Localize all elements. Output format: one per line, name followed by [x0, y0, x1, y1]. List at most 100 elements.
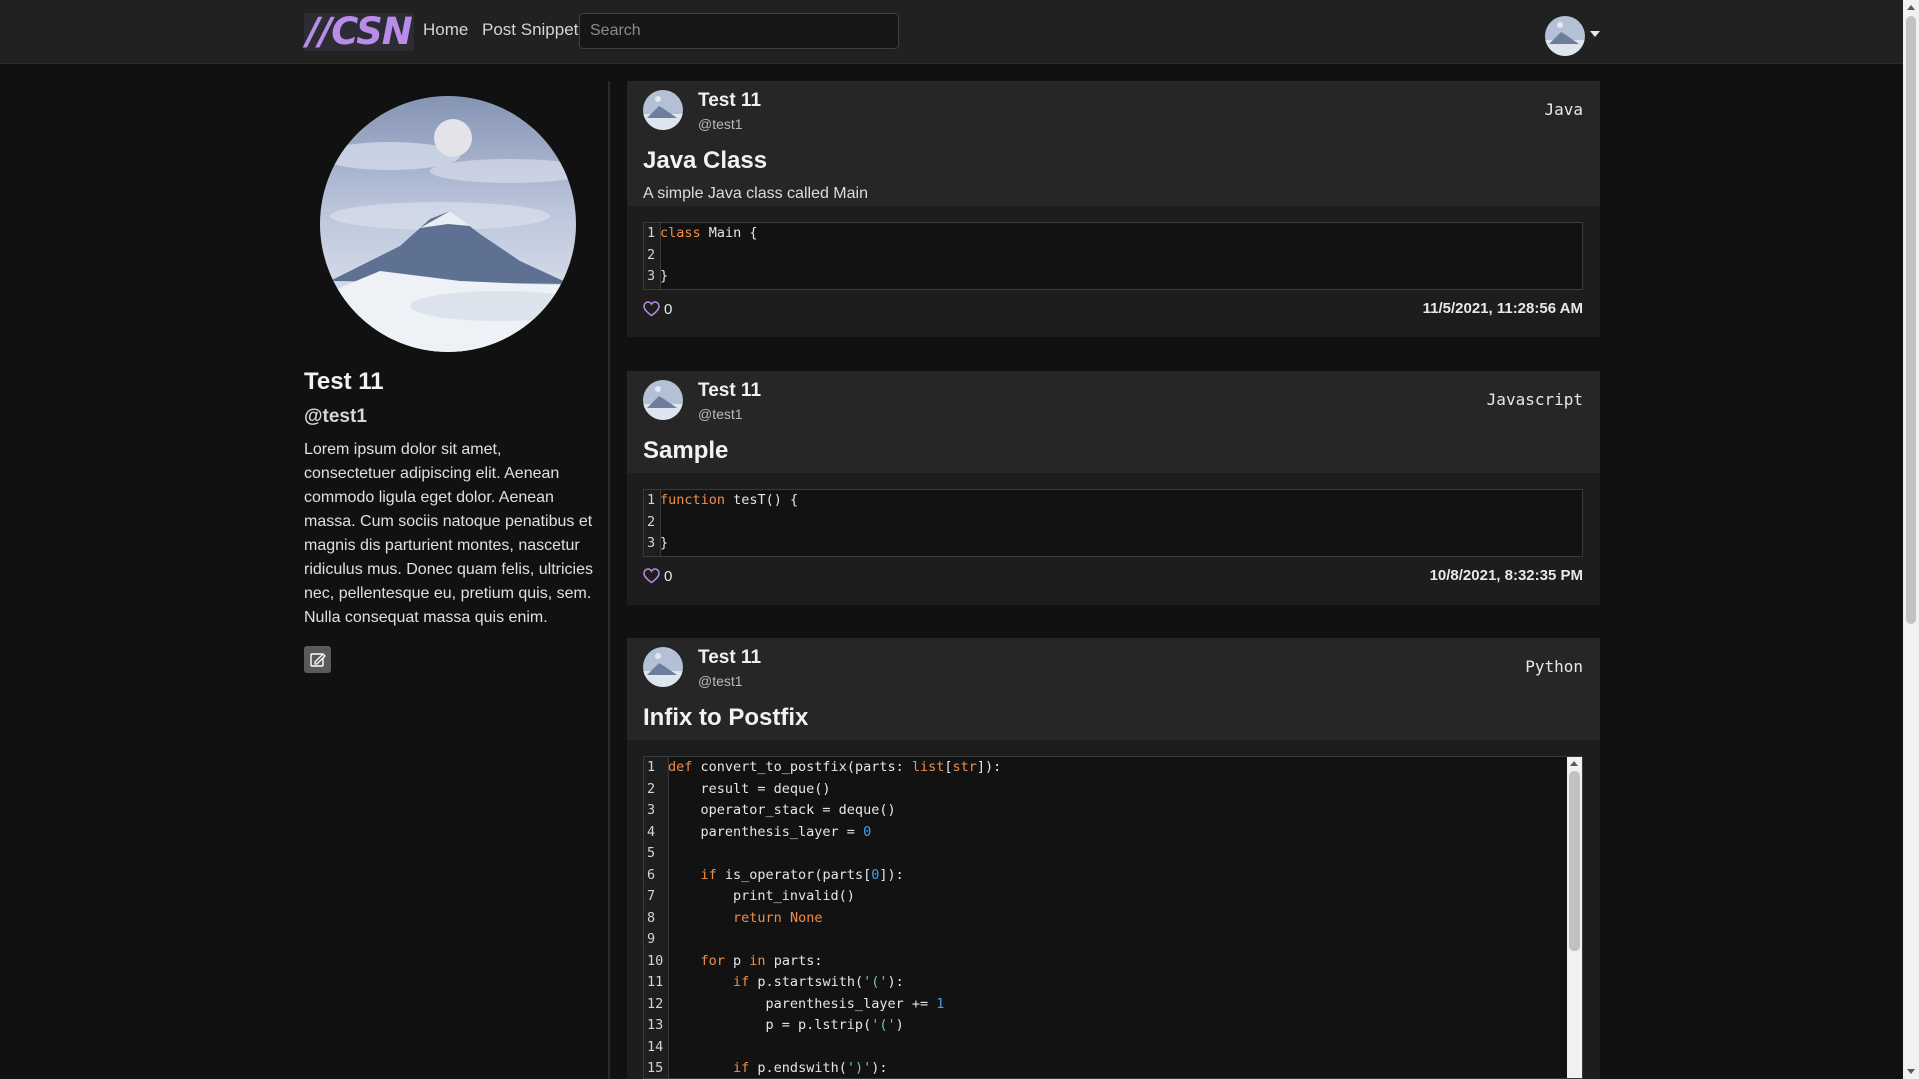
- author-handle: @test1: [698, 673, 743, 689]
- scrollbar-thumb[interactable]: [1906, 16, 1916, 624]
- code-content: class Main {}: [660, 223, 758, 288]
- line-number: 5: [647, 845, 656, 861]
- edit-icon: [310, 653, 326, 667]
- code-block: 1 2 3 class Main {}: [643, 222, 1583, 290]
- line-number: 3: [647, 535, 656, 551]
- language-label: Javascript: [1486, 390, 1583, 409]
- code-line: operator_stack = deque(): [668, 802, 896, 818]
- line-number: 1: [647, 492, 656, 508]
- nav-post-snippet-link[interactable]: Post Snippet: [482, 20, 578, 40]
- code-line: if p.startswith('('):: [733, 974, 904, 990]
- scroll-up-arrow-icon[interactable]: [1570, 761, 1578, 766]
- snippet-date: 11/5/2021, 11:28:56 AM: [1422, 300, 1583, 317]
- heart-icon: [643, 568, 660, 584]
- code-line: for p in parts:: [700, 952, 823, 969]
- line-number: 4: [647, 823, 656, 840]
- snippet-header: Test 11 @test1 Java Java Class A simple …: [627, 81, 1600, 206]
- code-line: function tesT() {: [660, 492, 799, 508]
- snippet-date: 10/8/2021, 8:32:35 PM: [1429, 567, 1583, 584]
- author-name[interactable]: Test 11: [698, 380, 761, 402]
- scroll-down-arrow-icon[interactable]: [1907, 1069, 1915, 1074]
- snippet-card: Test 11 @test1 Python Infix to Postfix 1…: [627, 638, 1600, 1079]
- snippet-header: Test 11 @test1 Python Infix to Postfix: [627, 638, 1600, 740]
- heart-icon: [643, 301, 660, 317]
- profile-bio: Lorem ipsum dolor sit amet, consectetuer…: [304, 441, 593, 626]
- line-numbers: 1 2 3: [644, 223, 661, 289]
- author-avatar[interactable]: [643, 647, 683, 687]
- line-numbers: 1 2 3: [644, 490, 661, 556]
- code-block[interactable]: 1 2 3 4 5 6 7 8 9 10 11 12 13 14 15 def convert_to_pos…: [643, 756, 1583, 1079]
- code-line: if is_operator(parts[0]):: [700, 866, 904, 883]
- logo[interactable]: //CSN: [304, 13, 414, 51]
- code-line: if p.endswith(')'):: [733, 1060, 888, 1076]
- line-number: 15: [647, 1060, 664, 1076]
- line-number: 2: [647, 246, 656, 263]
- line-number: 2: [647, 780, 656, 797]
- snippet-description: A simple Java class called Main: [643, 185, 868, 202]
- code-scrollbar[interactable]: [1567, 757, 1582, 1078]
- like-count: 0: [664, 567, 673, 585]
- profile-avatar: [320, 96, 576, 352]
- snippet-header: Test 11 @test1 Javascript Sample: [627, 371, 1600, 473]
- line-number: 6: [647, 866, 656, 883]
- line-number: 11: [647, 974, 664, 990]
- snippet-title: Java Class: [643, 147, 768, 174]
- code-line: }: [660, 535, 669, 551]
- scroll-up-arrow-icon[interactable]: [1907, 5, 1915, 10]
- user-menu-avatar[interactable]: [1545, 16, 1585, 56]
- sidebar-divider: [608, 81, 610, 1079]
- line-number: 8: [647, 909, 656, 926]
- line-number: 14: [647, 1038, 664, 1055]
- line-number: 13: [647, 1017, 664, 1033]
- code-line: result = deque(): [668, 780, 831, 797]
- edit-profile-button[interactable]: [304, 646, 331, 673]
- snippet-card: Test 11 @test1 Javascript Sample 1 2 3 fun…: [627, 371, 1600, 605]
- snippet-title: Sample: [643, 437, 729, 464]
- code-line: }: [660, 268, 669, 284]
- code-line: def convert_to_postfix(parts: list[str])…: [668, 759, 1002, 775]
- like-count: 0: [664, 300, 673, 318]
- caret-down-icon[interactable]: [1590, 31, 1600, 37]
- author-name[interactable]: Test 11: [698, 90, 761, 112]
- line-number: 2: [647, 513, 656, 530]
- author-avatar[interactable]: [643, 380, 683, 420]
- snippet-card: Test 11 @test1 Java Java Class A simple …: [627, 81, 1600, 337]
- profile-handle: @test1: [304, 406, 367, 427]
- code-scrollbar-thumb[interactable]: [1569, 771, 1580, 951]
- author-avatar[interactable]: [643, 90, 683, 130]
- line-number: 10: [647, 952, 664, 969]
- author-handle: @test1: [698, 406, 743, 422]
- language-label: Java: [1544, 100, 1583, 119]
- line-number: 3: [647, 268, 656, 284]
- like-button[interactable]: 0: [643, 298, 687, 320]
- line-number: 3: [647, 802, 656, 818]
- like-button[interactable]: 0: [643, 565, 687, 587]
- language-label: Python: [1525, 657, 1583, 676]
- code-content: function tesT() {}: [660, 490, 798, 555]
- code-line: print_invalid(): [668, 888, 855, 904]
- snippet-title: Infix to Postfix: [643, 704, 809, 731]
- code-line: parenthesis_layer += 1: [668, 995, 945, 1012]
- line-number: 12: [647, 995, 664, 1012]
- line-number: 7: [647, 888, 656, 904]
- line-numbers: 1 2 3 4 5 6 7 8 9 10 11 12 13 14 15: [644, 757, 669, 1078]
- line-number: 1: [647, 225, 656, 241]
- nav-home-link[interactable]: Home: [423, 20, 468, 40]
- profile-name: Test 11: [304, 368, 384, 395]
- author-name[interactable]: Test 11: [698, 647, 761, 669]
- line-number: 9: [647, 931, 656, 947]
- code-line: parenthesis_layer = 0: [668, 823, 872, 840]
- code-line: class Main {: [660, 225, 758, 241]
- code-line: p = p.lstrip('('): [668, 1017, 904, 1033]
- page-scrollbar[interactable]: [1903, 0, 1919, 1079]
- author-handle: @test1: [698, 116, 743, 132]
- code-line: return None: [733, 909, 823, 926]
- search-input[interactable]: [579, 13, 899, 49]
- code-content: def convert_to_postfix(parts: list[str])…: [668, 757, 1002, 1078]
- navbar: //CSN Home Post Snippet: [0, 0, 1903, 64]
